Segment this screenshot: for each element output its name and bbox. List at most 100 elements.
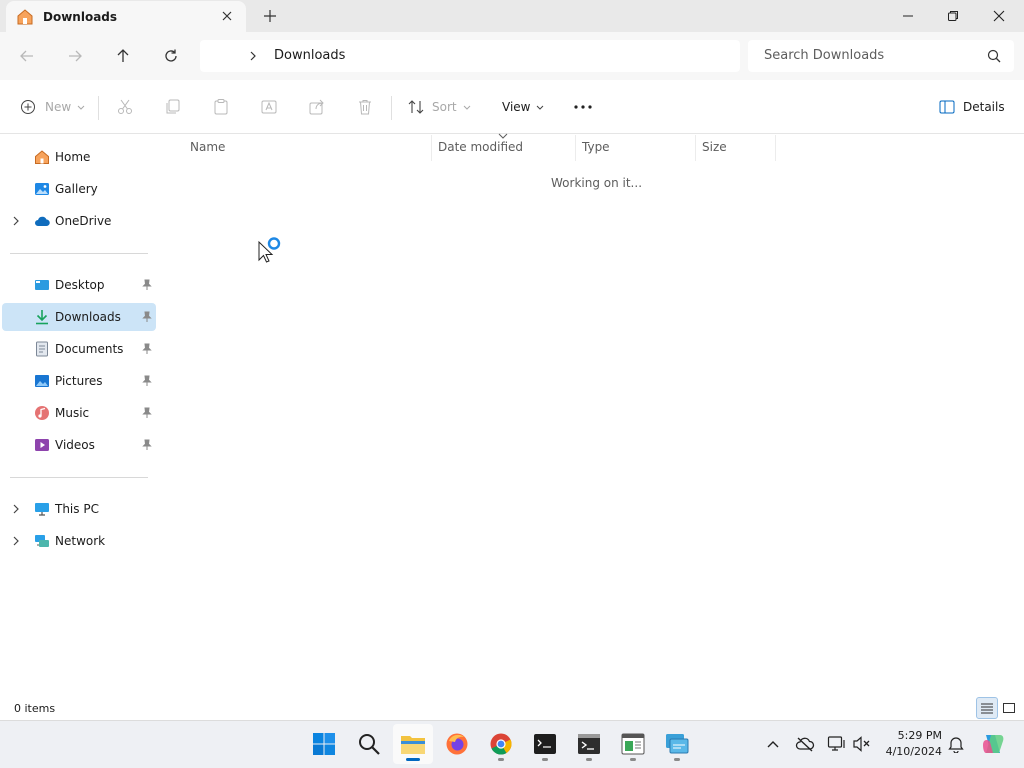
running-app-indicator [586,758,592,761]
taskbar-command-prompt[interactable] [569,724,609,764]
breadcrumb-downloads[interactable]: Downloads [274,48,345,63]
list-view-icon [981,703,993,714]
sidebar-item-documents[interactable]: Documents [2,335,156,363]
refresh-button[interactable] [159,44,183,68]
back-button[interactable] [15,44,39,68]
desktop-icon [35,280,49,290]
chevron-up-icon [767,741,779,748]
paste-button[interactable] [212,95,230,119]
running-app-indicator [498,758,504,761]
copy-button[interactable] [164,95,182,119]
taskbar-file-explorer[interactable] [393,724,433,764]
cloud-offline-icon [795,737,815,752]
pin-icon[interactable] [142,311,152,323]
copilot-button[interactable] [980,731,1006,757]
column-header-date-modified[interactable]: Date modified [438,140,523,162]
column-header-name[interactable]: Name [190,140,225,162]
details-label: Details [963,100,1005,114]
details-view-button[interactable] [976,697,998,719]
sidebar-item-onedrive[interactable]: OneDrive [2,207,156,235]
sidebar-item-label: Network [55,534,106,548]
share-button[interactable] [308,95,326,119]
sidebar-item-label: Downloads [55,310,121,324]
notifications-button[interactable] [946,734,966,754]
arrow-left-icon [20,50,33,62]
onedrive-tray-icon[interactable] [795,734,815,754]
close-icon[interactable] [220,9,234,23]
sidebar-item-network[interactable]: Network [2,527,156,555]
taskbar-app-window[interactable] [613,724,653,764]
see-more-button[interactable] [573,95,593,119]
delete-button[interactable] [356,95,374,119]
sidebar-item-videos[interactable]: Videos [2,431,156,459]
sidebar-item-pictures[interactable]: Pictures [2,367,156,395]
sidebar-item-music[interactable]: Music [2,399,156,427]
column-divider[interactable] [431,135,432,161]
sidebar-item-desktop[interactable]: Desktop [2,271,156,299]
trash-icon [359,100,371,115]
taskbar-clock[interactable]: 5:29 PM 4/10/2024 [880,728,942,760]
plus-icon[interactable] [262,8,278,24]
windows-logo-icon [313,733,335,755]
sidebar-item-label: Videos [55,438,95,452]
taskbar-search-button[interactable] [349,724,389,764]
rename-button[interactable] [260,95,278,119]
new-button[interactable]: New [20,95,86,119]
restore-icon [948,11,958,21]
close-icon [993,10,1005,22]
clock-date: 4/10/2024 [885,745,942,758]
tiles-view-button[interactable] [998,697,1020,719]
taskbar-remote-app[interactable] [657,724,697,764]
up-button[interactable] [111,44,135,68]
pin-icon[interactable] [142,439,152,451]
busy-cursor-icon [258,237,281,263]
pin-icon[interactable] [142,375,152,387]
column-divider[interactable] [775,135,776,161]
view-label: View [502,100,531,114]
running-app-indicator [674,758,680,761]
music-icon [35,406,49,420]
volume-tray-icon[interactable] [852,734,872,754]
start-button[interactable] [304,724,344,764]
sidebar-item-gallery[interactable]: Gallery [2,175,156,203]
clock-time: 5:29 PM [897,729,942,742]
column-divider[interactable] [575,135,576,161]
speaker-muted-icon [853,736,870,752]
minimize-button[interactable] [885,0,931,32]
column-header-size[interactable]: Size [702,140,727,162]
column-divider[interactable] [695,135,696,161]
pin-icon[interactable] [142,407,152,419]
sidebar-divider [10,477,148,478]
pin-icon[interactable] [142,343,152,355]
search-input[interactable]: Search Downloads [764,48,884,63]
taskbar-firefox[interactable] [437,724,477,764]
computer-icon [35,503,49,516]
close-window-button[interactable] [976,0,1022,32]
sidebar-item-home[interactable]: Home [2,143,156,171]
sidebar-item-downloads[interactable]: Downloads [2,303,156,331]
details-pane-button[interactable]: Details [939,95,1005,119]
view-button[interactable]: View [502,95,545,119]
title-bar: Downloads [0,0,1024,32]
restore-button[interactable] [930,0,976,32]
network-tray-icon[interactable] [827,734,847,754]
column-header-type[interactable]: Type [582,140,610,162]
taskbar-chrome[interactable] [481,724,521,764]
sidebar-item-this-pc[interactable]: This PC [2,495,156,523]
sort-button[interactable]: Sort [407,95,472,119]
chevron-down-icon [498,133,508,139]
search-icon [359,734,380,755]
remote-desktop-icon [666,734,689,754]
forward-button[interactable] [63,44,87,68]
sidebar-item-label: Home [55,150,91,164]
tiles-view-icon [1003,703,1015,713]
chevron-right-icon[interactable] [246,48,260,64]
cut-button[interactable] [116,95,134,119]
tab-downloads[interactable]: Downloads [6,1,246,32]
item-count: 0 items [14,702,56,715]
network-icon [35,535,49,547]
taskbar-terminal-app[interactable] [525,724,565,764]
pin-icon[interactable] [142,279,152,291]
clipboard-icon [214,99,228,115]
show-hidden-icons-button[interactable] [763,734,783,754]
